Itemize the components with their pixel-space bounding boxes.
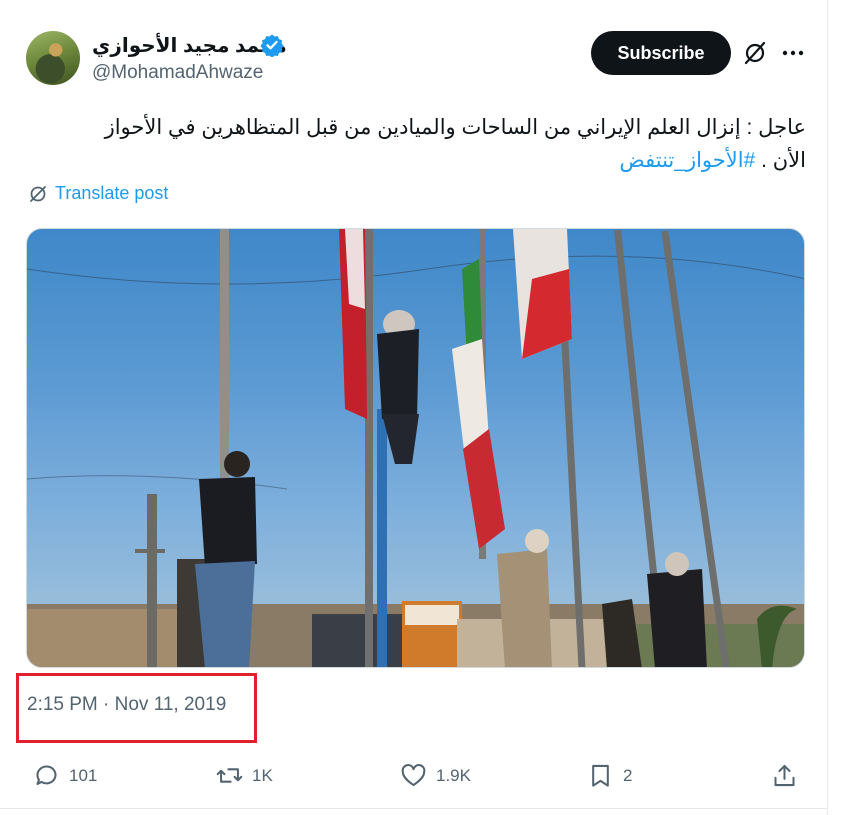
tweet-text-line: عاجل : إنزال العلم الإيراني من الساحات و… — [104, 116, 806, 139]
translate-label: Translate post — [55, 183, 169, 203]
video-frame-icon — [27, 229, 804, 667]
reply-button[interactable]: 101 — [33, 762, 97, 789]
tweet-text: عاجل : إنزال العلم الإيراني من الساحات و… — [30, 111, 806, 177]
translate-icon — [30, 185, 46, 202]
more-icon[interactable] — [780, 40, 806, 66]
grok-icon[interactable] — [742, 40, 768, 66]
like-button[interactable]: 1.9K — [400, 762, 471, 789]
verified-badge-icon — [260, 34, 284, 57]
divider — [0, 808, 827, 809]
hashtag-link[interactable]: #الأحواز_تنتفض — [619, 149, 755, 172]
tweet-text-line: الأن . #الأحواز_تنتفض — [30, 144, 806, 177]
author-display-name[interactable]: محمد مجيد الأحوازي — [92, 33, 287, 58]
share-icon — [774, 764, 795, 787]
timestamp-highlight-box — [16, 673, 257, 743]
tweet-text-tail: الأن . — [761, 149, 806, 172]
video-thumbnail[interactable] — [26, 228, 805, 668]
subscribe-button[interactable]: Subscribe — [591, 31, 731, 75]
like-count: 1.9K — [436, 765, 471, 785]
reply-count: 101 — [69, 765, 98, 785]
bookmark-count: 2 — [623, 765, 633, 785]
reply-icon — [36, 765, 57, 785]
heart-icon — [401, 764, 426, 787]
bookmark-icon — [592, 764, 609, 787]
column-border — [827, 0, 828, 815]
repost-icon — [216, 768, 243, 783]
repost-button[interactable]: 1K — [216, 762, 273, 789]
translate-post-link[interactable]: Translate post — [28, 183, 168, 204]
share-button[interactable] — [771, 762, 798, 789]
repost-count: 1K — [252, 765, 273, 785]
avatar[interactable] — [26, 31, 80, 85]
author-handle[interactable]: @MohamadAhwaze — [92, 62, 263, 84]
bookmark-button[interactable]: 2 — [587, 762, 632, 789]
